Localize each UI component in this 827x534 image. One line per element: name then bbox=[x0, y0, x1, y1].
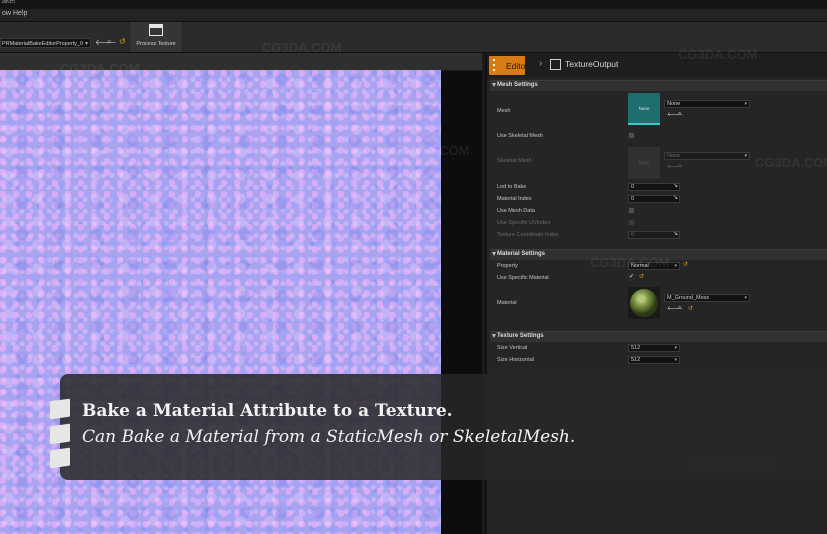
arrow-left-icon[interactable]: 🡐 bbox=[95, 37, 116, 47]
section-mesh-settings[interactable]: Mesh Settings bbox=[490, 80, 827, 91]
breadcrumb-current[interactable]: TextureOutput bbox=[565, 59, 618, 69]
texture-coordinate-index-input: 0 bbox=[628, 231, 680, 239]
skeletal-thumb-label: None bbox=[638, 160, 650, 165]
material-label: Material bbox=[497, 300, 517, 306]
chevron-down-icon: ▾ bbox=[744, 101, 747, 107]
reset-arrow-icon[interactable]: ↺ bbox=[119, 37, 126, 46]
skeletal-mesh-label: Skeletal Mesh bbox=[497, 158, 532, 164]
menu-item-window[interactable]: ow bbox=[2, 10, 11, 17]
use-specific-material-checkbox[interactable] bbox=[628, 273, 635, 281]
section-texture-settings[interactable]: Texture Settings bbox=[490, 331, 827, 342]
skeletal-select-value: None bbox=[667, 153, 681, 159]
search-icon[interactable]: ⌕ bbox=[678, 111, 681, 118]
mesh-select-value: None bbox=[667, 101, 681, 107]
process-texture-label: Process Texture bbox=[136, 41, 176, 47]
object-icon bbox=[550, 59, 561, 70]
window-title: aker bbox=[2, 0, 16, 5]
material-index-input[interactable]: 0 bbox=[628, 195, 680, 203]
title-bar: aker bbox=[0, 0, 827, 9]
chevron-down-icon: ▾ bbox=[744, 295, 747, 301]
section-title: Mesh Settings bbox=[497, 82, 538, 88]
size-vertical-select[interactable]: 512 ▾ bbox=[628, 344, 680, 352]
reset-arrow-icon[interactable]: ↺ bbox=[683, 261, 688, 268]
property-object-dropdown[interactable]: PRMaterialBakeEditorProperty_0 ▾ bbox=[0, 38, 91, 48]
bullet-marker bbox=[50, 423, 70, 445]
chevron-down-icon: ▾ bbox=[674, 345, 677, 351]
chevron-down-icon bbox=[492, 252, 496, 256]
caption-line-1: Bake a Material Attribute to a Texture. bbox=[82, 401, 453, 421]
chevron-down-icon: ▾ bbox=[744, 153, 747, 159]
menu-item-help[interactable]: Help bbox=[13, 10, 27, 17]
chevron-down-icon: ▾ bbox=[84, 41, 88, 47]
window-icon bbox=[149, 24, 163, 36]
skeletal-mesh-select: None ▾ bbox=[664, 152, 750, 160]
use-mesh-data-label: Use Mesh Data bbox=[497, 208, 535, 214]
mesh-select[interactable]: None ▾ bbox=[664, 100, 750, 108]
chevron-right-icon: › bbox=[539, 58, 543, 69]
texture-coordinate-index-label: Texture Coordinate Index bbox=[497, 232, 559, 238]
mesh-label: Mesh bbox=[497, 108, 511, 114]
watermark: CG3DA.COM bbox=[262, 40, 342, 55]
use-skeletal-mesh-checkbox[interactable] bbox=[628, 132, 635, 139]
material-index-label: Material Index bbox=[497, 196, 532, 202]
material-select-value: M_Ground_Moss bbox=[667, 295, 710, 301]
property-object-value: PRMaterialBakeEditorProperty_0 bbox=[2, 41, 84, 47]
watermark: CG3DA.COM bbox=[590, 255, 670, 270]
panel-header: Editor › TextureOutput bbox=[487, 53, 827, 78]
watermark: CG3DA.COM bbox=[755, 155, 827, 170]
lod-to-bake-input[interactable]: 0 bbox=[628, 183, 680, 191]
reset-arrow-icon[interactable]: ↺ bbox=[688, 305, 693, 312]
use-specific-uvindex-checkbox bbox=[628, 219, 635, 226]
use-mesh-data-checkbox[interactable] bbox=[628, 207, 635, 214]
use-specific-material-label: Use Specific Material bbox=[497, 275, 549, 281]
bullet-marker bbox=[50, 398, 70, 420]
search-icon[interactable]: ⌕ bbox=[107, 37, 111, 47]
chevron-down-icon: ▾ bbox=[674, 357, 677, 363]
chevron-down-icon bbox=[492, 83, 496, 87]
bullet-marker bbox=[50, 447, 70, 469]
size-horizontal-select[interactable]: 512 ▾ bbox=[628, 356, 680, 364]
size-vertical-value: 512 bbox=[631, 345, 641, 351]
search-icon[interactable]: ⌕ bbox=[678, 305, 681, 312]
material-thumbnail[interactable] bbox=[628, 287, 660, 319]
drag-handle-icon bbox=[493, 59, 495, 72]
watermark: CG3DA.COM bbox=[390, 143, 470, 158]
caption-line-2: Can Bake a Material from a StaticMesh or… bbox=[82, 427, 576, 447]
chevron-down-icon bbox=[492, 334, 496, 338]
lod-to-bake-label: Lod to Bake bbox=[497, 184, 527, 190]
mesh-thumb-label: None bbox=[638, 106, 650, 111]
size-vertical-label: Size Vertical bbox=[497, 345, 528, 351]
reset-arrow-icon[interactable]: ↺ bbox=[639, 273, 644, 280]
editor-tab[interactable]: Editor bbox=[489, 56, 529, 75]
property-label: Property bbox=[497, 263, 518, 269]
size-horizontal-label: Size Horizontal bbox=[497, 357, 534, 363]
size-horizontal-value: 512 bbox=[631, 357, 641, 363]
skeletal-mesh-thumbnail: None bbox=[628, 147, 660, 179]
section-title: Material Settings bbox=[497, 251, 546, 257]
menu-bar: ow Help bbox=[0, 9, 827, 22]
search-icon: ⌕ bbox=[678, 163, 682, 169]
mesh-thumbnail[interactable]: None bbox=[628, 93, 660, 125]
chevron-down-icon: ▾ bbox=[674, 263, 677, 269]
watermark: CG3DA.COM bbox=[60, 61, 140, 76]
section-title: Texture Settings bbox=[497, 333, 544, 339]
moss-sphere-preview bbox=[630, 289, 658, 317]
editor-tab-label: Editor bbox=[506, 61, 529, 71]
use-specific-uvindex-label: Use Specific UVIndex bbox=[497, 220, 551, 226]
use-skeletal-mesh-label: Use Skeletal Mesh bbox=[497, 133, 543, 139]
process-texture-button[interactable]: Process Texture bbox=[129, 22, 183, 52]
material-select[interactable]: M_Ground_Moss ▾ bbox=[664, 294, 750, 302]
watermark: CG3DA.COM bbox=[678, 47, 758, 62]
